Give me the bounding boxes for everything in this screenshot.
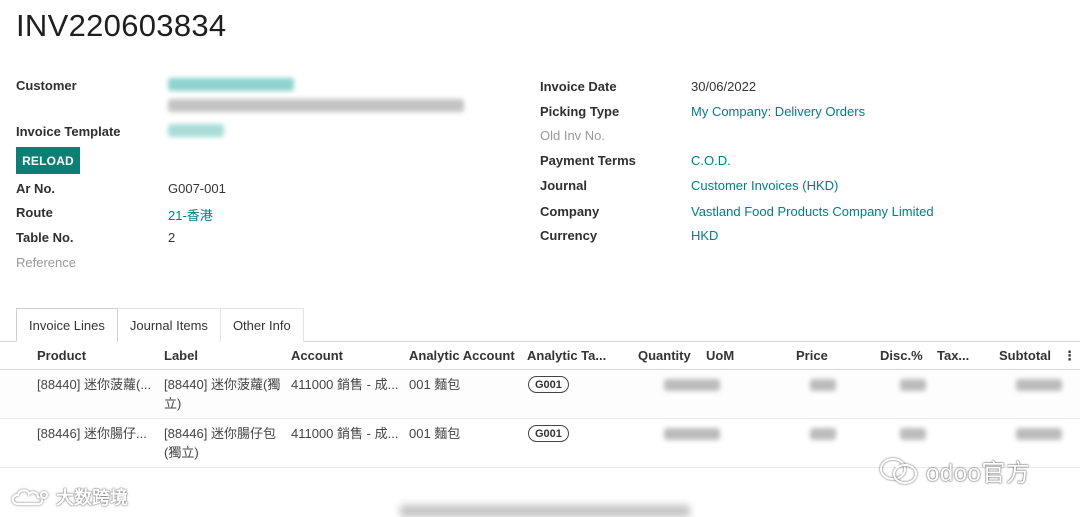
row-account[interactable]: 411000 銷售 - 成... bbox=[291, 375, 398, 394]
journal-label: Journal bbox=[540, 178, 587, 193]
col-tax[interactable]: Tax... bbox=[937, 348, 969, 363]
redacted-footer bbox=[400, 505, 690, 517]
payment-terms-link[interactable]: C.O.D. bbox=[691, 153, 731, 168]
notebook-tabs: Invoice Lines Journal Items Other Info bbox=[16, 308, 304, 342]
currency-label: Currency bbox=[540, 228, 598, 243]
row-analytic-account[interactable]: 001 麵包 bbox=[409, 375, 460, 394]
route-link[interactable]: 21-香港 bbox=[168, 205, 213, 224]
watermark-right-text: odoo官方 bbox=[926, 460, 1031, 487]
table-no-value[interactable]: 2 bbox=[168, 230, 175, 245]
redacted-disc bbox=[900, 379, 926, 391]
analytic-tag-badge[interactable]: G001 bbox=[528, 376, 569, 393]
route-label: Route bbox=[16, 205, 53, 220]
redacted-quantity bbox=[664, 428, 720, 440]
tab-other-info[interactable]: Other Info bbox=[220, 308, 304, 342]
invoice-template-label: Invoice Template bbox=[16, 124, 121, 139]
redacted-subtotal bbox=[1016, 428, 1062, 440]
row-product[interactable]: [88446] 迷你腸仔... bbox=[37, 424, 147, 443]
old-inv-no-label: Old Inv No. bbox=[540, 128, 606, 143]
redacted-subtotal bbox=[1016, 379, 1062, 391]
page-title: INV220603834 bbox=[16, 8, 227, 43]
col-analytic-account[interactable]: Analytic Account bbox=[409, 348, 515, 363]
picking-type-label: Picking Type bbox=[540, 104, 620, 119]
currency-link[interactable]: HKD bbox=[691, 228, 718, 243]
row-label-line1[interactable]: [88440] 迷你菠蘿(獨 bbox=[164, 375, 280, 394]
customer-label: Customer bbox=[16, 78, 77, 93]
customer-name-redacted[interactable] bbox=[168, 78, 294, 91]
optional-columns-icon[interactable]: ⋮ bbox=[1063, 348, 1076, 364]
ar-no-value[interactable]: G007-001 bbox=[168, 181, 226, 196]
analytic-tag-badge[interactable]: G001 bbox=[528, 425, 569, 442]
journal-link[interactable]: Customer Invoices (HKD) bbox=[691, 178, 838, 193]
invoice-template-redacted[interactable] bbox=[168, 124, 224, 137]
company-label: Company bbox=[540, 204, 600, 219]
watermark-right: odoo官方 bbox=[878, 453, 1030, 488]
tab-journal-items[interactable]: Journal Items bbox=[117, 308, 221, 342]
col-price[interactable]: Price bbox=[796, 348, 828, 363]
wechat-icon bbox=[880, 457, 917, 484]
ar-no-label: Ar No. bbox=[16, 181, 55, 196]
tab-invoice-lines[interactable]: Invoice Lines bbox=[16, 308, 118, 342]
col-analytic-tags[interactable]: Analytic Ta... bbox=[527, 348, 606, 363]
row-label-line2[interactable]: 立) bbox=[164, 394, 181, 413]
redacted-price bbox=[810, 428, 836, 440]
row-account[interactable]: 411000 銷售 - 成... bbox=[291, 424, 398, 443]
table-no-label: Table No. bbox=[16, 230, 74, 245]
redacted-disc bbox=[900, 428, 926, 440]
company-link[interactable]: Vastland Food Products Company Limited bbox=[691, 204, 934, 219]
cloud-icon bbox=[11, 489, 48, 506]
row-product[interactable]: [88440] 迷你菠蘿(... bbox=[37, 375, 151, 394]
redacted-quantity bbox=[664, 379, 720, 391]
redacted-price bbox=[810, 379, 836, 391]
row-label-line2[interactable]: (獨立) bbox=[164, 443, 199, 462]
col-disc[interactable]: Disc.% bbox=[880, 348, 923, 363]
row-label-line1[interactable]: [88446] 迷你腸仔包 bbox=[164, 424, 276, 443]
col-subtotal[interactable]: Subtotal bbox=[999, 348, 1051, 363]
col-product[interactable]: Product bbox=[37, 348, 86, 363]
col-label[interactable]: Label bbox=[164, 348, 198, 363]
invoice-lines-header: Product Label Account Analytic Account A… bbox=[0, 342, 1080, 370]
picking-type-link[interactable]: My Company: Delivery Orders bbox=[691, 104, 865, 119]
col-uom[interactable]: UoM bbox=[706, 348, 734, 363]
col-account[interactable]: Account bbox=[291, 348, 343, 363]
payment-terms-label: Payment Terms bbox=[540, 153, 636, 168]
watermark-left: 大数跨境 bbox=[8, 484, 128, 510]
reference-label: Reference bbox=[16, 255, 76, 270]
invoice-date-label: Invoice Date bbox=[540, 79, 617, 94]
col-quantity[interactable]: Quantity bbox=[638, 348, 691, 363]
customer-address-redacted bbox=[168, 99, 464, 112]
watermark-left-text: 大数跨境 bbox=[56, 488, 128, 508]
table-row[interactable]: [88440] 迷你菠蘿(... [88440] 迷你菠蘿(獨 立) 41100… bbox=[0, 371, 1080, 419]
invoice-date-value[interactable]: 30/06/2022 bbox=[691, 79, 756, 94]
row-analytic-account[interactable]: 001 麵包 bbox=[409, 424, 460, 443]
reload-button[interactable]: RELOAD bbox=[16, 147, 80, 174]
